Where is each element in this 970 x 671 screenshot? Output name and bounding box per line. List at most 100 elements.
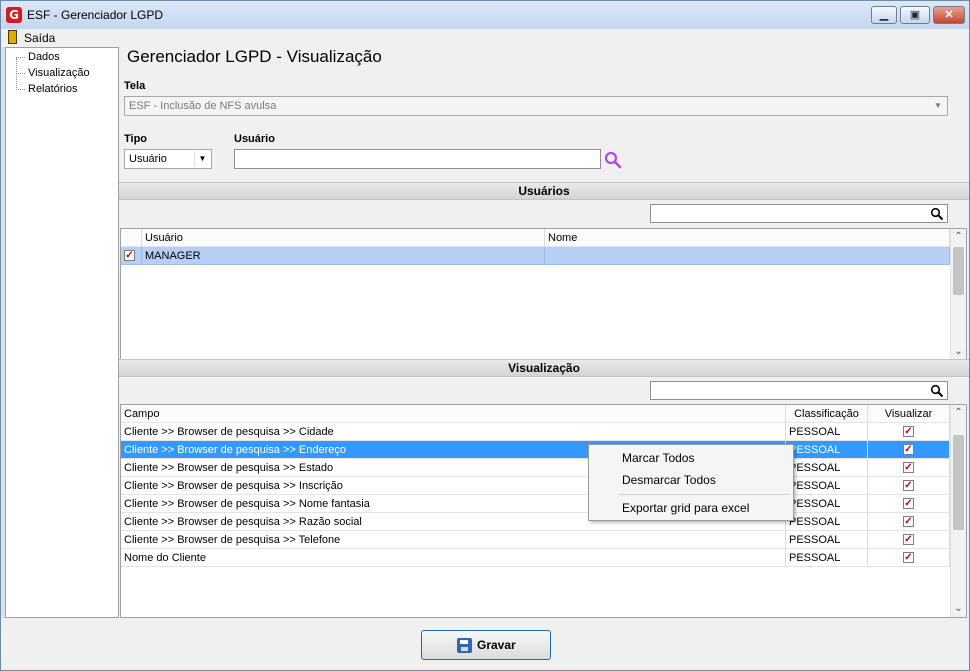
maximize-button[interactable]: ▣ — [900, 6, 930, 24]
row-check-cell: ✓ — [121, 247, 142, 265]
scroll-thumb[interactable] — [953, 247, 964, 295]
cell-campo: Nome do Cliente — [121, 549, 786, 567]
tree-item-dados[interactable]: Dados — [28, 51, 60, 63]
usuarios-section-header: Usuários — [119, 182, 969, 200]
tree-item-relatorios[interactable]: Relatórios — [28, 83, 78, 95]
tipo-select-value: Usuário — [129, 153, 167, 165]
cell-classificacao: PESSOAL — [786, 495, 868, 513]
navigation-tree: Dados Visualização Relatórios — [5, 47, 119, 618]
cell-visualizar: ✓ — [868, 441, 950, 459]
visualizacao-section-header: Visualização — [119, 359, 969, 377]
table-row[interactable]: ✓ MANAGER — [121, 247, 950, 265]
footer-bar: Gravar — [1, 618, 969, 670]
save-button-label: Gravar — [477, 638, 516, 652]
cell-visualizar: ✓ — [868, 477, 950, 495]
chevron-down-icon: ▼ — [194, 151, 210, 167]
scroll-thumb[interactable] — [953, 435, 964, 530]
menu-separator — [619, 494, 790, 495]
visualizar-checkbox[interactable]: ✓ — [903, 516, 914, 527]
save-button[interactable]: Gravar — [421, 630, 551, 660]
table-row[interactable]: Cliente >> Browser de pesquisa >> Endere… — [121, 441, 950, 459]
table-row[interactable]: Cliente >> Browser de pesquisa >> Nome f… — [121, 495, 950, 513]
usuario-input[interactable] — [234, 149, 601, 169]
minimize-icon: ▁ — [879, 9, 889, 21]
scroll-down-icon[interactable]: ⌄ — [951, 601, 966, 617]
tela-select-value: ESF - Inclusão de NFS avulsa — [129, 100, 277, 112]
maximize-icon: ▣ — [909, 9, 921, 21]
column-header-campo[interactable]: Campo — [121, 405, 786, 423]
tree-item-visualizacao[interactable]: Visualização — [28, 67, 90, 79]
tela-label: Tela — [124, 80, 146, 92]
column-header-classificacao[interactable]: Classificação — [786, 405, 868, 423]
context-menu: Marcar Todos Desmarcar Todos Exportar gr… — [588, 444, 794, 521]
usuarios-filter-input[interactable] — [650, 204, 948, 223]
table-row[interactable]: Nome do Cliente PESSOAL ✓ — [121, 549, 950, 567]
menu-exit-item[interactable]: Saída — [24, 31, 55, 45]
scroll-down-icon[interactable]: ⌄ — [951, 344, 966, 360]
usuarios-grid: Usuário Nome ✓ MANAGER ⌃ ⌄ — [120, 228, 967, 361]
menu-item-desmarcar-todos[interactable]: Desmarcar Todos — [622, 473, 716, 487]
tela-select[interactable]: ESF - Inclusão de NFS avulsa ▼ — [124, 96, 948, 116]
table-row[interactable]: Cliente >> Browser de pesquisa >> Estado… — [121, 459, 950, 477]
cell-campo: Cliente >> Browser de pesquisa >> Cidade — [121, 423, 786, 441]
cell-visualizar: ✓ — [868, 513, 950, 531]
main-content: Gerenciador LGPD - Visualização Tela ESF… — [119, 47, 969, 618]
search-icon[interactable] — [930, 207, 944, 221]
visualizar-checkbox[interactable]: ✓ — [903, 444, 914, 455]
title-bar[interactable]: G ESF - Gerenciador LGPD ▁ ▣ ✕ — [1, 1, 969, 29]
exit-door-icon — [8, 30, 17, 44]
header-check-column — [121, 229, 142, 247]
user-checkbox[interactable]: ✓ — [124, 250, 135, 261]
table-row[interactable]: Cliente >> Browser de pesquisa >> Telefo… — [121, 531, 950, 549]
column-header-usuario[interactable]: Usuário — [142, 229, 545, 247]
table-row[interactable]: Cliente >> Browser de pesquisa >> Cidade… — [121, 423, 950, 441]
page-title: Gerenciador LGPD - Visualização — [127, 47, 382, 66]
cell-classificacao: PESSOAL — [786, 477, 868, 495]
column-header-nome[interactable]: Nome — [545, 229, 950, 247]
visualizacao-grid-header: Campo Classificação Visualizar — [121, 405, 950, 423]
cell-classificacao: PESSOAL — [786, 513, 868, 531]
cell-classificacao: PESSOAL — [786, 441, 868, 459]
cell-classificacao: PESSOAL — [786, 531, 868, 549]
chevron-down-icon: ▼ — [934, 101, 942, 110]
tree-connector — [16, 73, 25, 74]
visualizacao-grid: Campo Classificação Visualizar Cliente >… — [120, 404, 967, 618]
close-button[interactable]: ✕ — [933, 6, 965, 24]
column-header-visualizar[interactable]: Visualizar — [868, 405, 950, 423]
menu-item-marcar-todos[interactable]: Marcar Todos — [622, 451, 694, 465]
cell-classificacao: PESSOAL — [786, 459, 868, 477]
visualizar-checkbox[interactable]: ✓ — [903, 462, 914, 473]
scroll-up-icon[interactable]: ⌃ — [951, 229, 966, 245]
cell-usuario: MANAGER — [142, 247, 545, 265]
search-icon[interactable] — [930, 384, 944, 398]
tipo-select[interactable]: Usuário ▼ — [124, 149, 212, 169]
cell-visualizar: ✓ — [868, 531, 950, 549]
menu-item-exportar-excel[interactable]: Exportar grid para excel — [622, 501, 749, 515]
cell-classificacao: PESSOAL — [786, 423, 868, 441]
tree-connector — [16, 89, 25, 90]
cell-visualizar: ✓ — [868, 495, 950, 513]
visualizar-checkbox[interactable]: ✓ — [903, 426, 914, 437]
minimize-button[interactable]: ▁ — [871, 6, 897, 24]
close-icon: ✕ — [944, 9, 954, 21]
cell-classificacao: PESSOAL — [786, 549, 868, 567]
app-window: G ESF - Gerenciador LGPD ▁ ▣ ✕ Saída Dad… — [0, 0, 970, 671]
usuarios-scrollbar[interactable]: ⌃ ⌄ — [950, 229, 966, 360]
visualizar-checkbox[interactable]: ✓ — [903, 552, 914, 563]
app-logo-icon: G — [6, 7, 22, 23]
search-icon[interactable] — [603, 150, 623, 170]
visualizacao-scrollbar[interactable]: ⌃ ⌄ — [950, 405, 966, 617]
cell-visualizar: ✓ — [868, 423, 950, 441]
visualizar-checkbox[interactable]: ✓ — [903, 498, 914, 509]
tree-connector — [16, 57, 25, 58]
table-row[interactable]: Cliente >> Browser de pesquisa >> Razão … — [121, 513, 950, 531]
cell-campo: Cliente >> Browser de pesquisa >> Telefo… — [121, 531, 786, 549]
usuario-label: Usuário — [234, 133, 275, 145]
scroll-up-icon[interactable]: ⌃ — [951, 405, 966, 421]
visualizar-checkbox[interactable]: ✓ — [903, 534, 914, 545]
cell-nome — [545, 247, 950, 265]
visualizar-checkbox[interactable]: ✓ — [903, 480, 914, 491]
cell-visualizar: ✓ — [868, 549, 950, 567]
visualizacao-filter-input[interactable] — [650, 381, 948, 400]
table-row[interactable]: Cliente >> Browser de pesquisa >> Inscri… — [121, 477, 950, 495]
